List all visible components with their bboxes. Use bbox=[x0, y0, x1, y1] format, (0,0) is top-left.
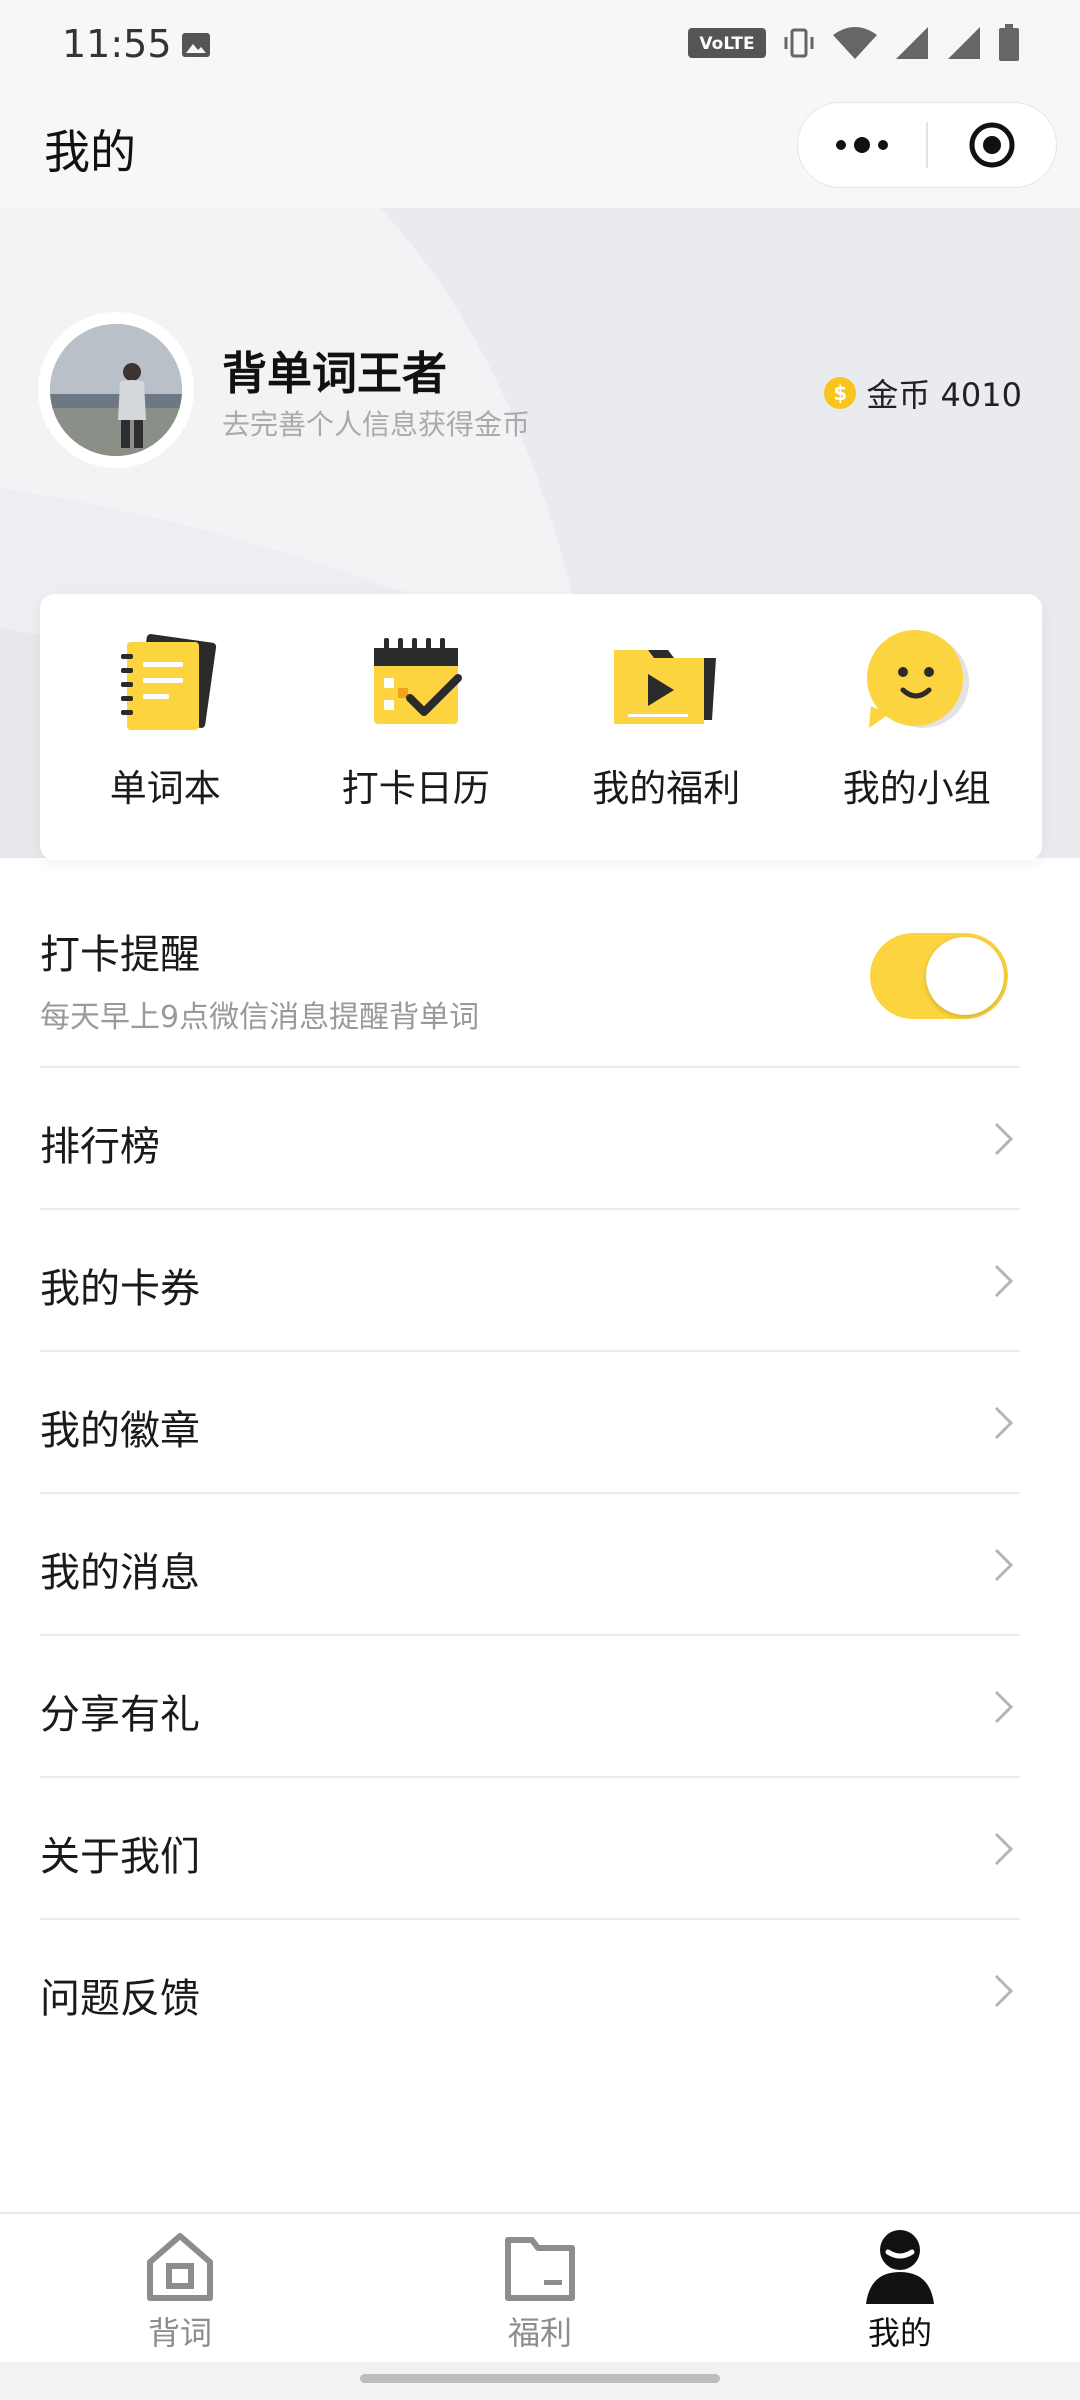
target-icon bbox=[969, 122, 1015, 168]
chevron-right-icon bbox=[994, 1406, 1014, 1440]
chevron-right-icon bbox=[994, 1832, 1014, 1866]
menu-item-label: 分享有礼 bbox=[40, 1692, 200, 1738]
folder-icon bbox=[505, 2237, 575, 2301]
smiley-chat-icon bbox=[866, 630, 969, 728]
wifi-icon bbox=[833, 27, 877, 59]
tab-welfare[interactable]: 福利 bbox=[360, 2214, 720, 2362]
menu-item-badges[interactable]: 我的徽章 bbox=[40, 1352, 1020, 1494]
volte-text: VoLTE bbox=[699, 34, 754, 54]
vibrate-icon bbox=[784, 28, 814, 58]
reminder-subtitle: 每天早上9点微信消息提醒背单词 bbox=[40, 1000, 480, 1035]
menu-item-coupons[interactable]: 我的卡券 bbox=[40, 1210, 1020, 1352]
signal-icon-2 bbox=[948, 27, 980, 59]
tab-label: 福利 bbox=[507, 2314, 572, 2352]
chevron-right-icon bbox=[994, 1974, 1014, 2008]
quick-action-label: 单词本 bbox=[109, 767, 221, 810]
home-icon bbox=[147, 2233, 213, 2301]
reminder-title: 打卡提醒 bbox=[40, 932, 200, 978]
coin-icon: $ bbox=[824, 377, 857, 409]
quick-action-label: 打卡日历 bbox=[341, 767, 490, 810]
more-button[interactable] bbox=[798, 102, 926, 188]
menu-item-label: 我的消息 bbox=[40, 1550, 200, 1596]
home-indicator[interactable] bbox=[360, 2374, 720, 2383]
quick-action-group[interactable]: 我的小组 bbox=[792, 594, 1043, 860]
gallery-icon bbox=[182, 33, 210, 57]
menu-item-label: 排行榜 bbox=[40, 1124, 160, 1170]
checkin-reminder-row: 打卡提醒 每天早上9点微信消息提醒背单词 bbox=[40, 900, 1020, 1068]
user-name: 背单词王者 bbox=[222, 347, 448, 400]
person-icon bbox=[866, 2230, 934, 2304]
close-mini-program-button[interactable] bbox=[928, 102, 1056, 188]
chevron-right-icon bbox=[994, 1122, 1014, 1156]
tab-label: 背词 bbox=[147, 2314, 212, 2352]
quick-action-label: 我的福利 bbox=[592, 767, 741, 810]
chevron-right-icon bbox=[994, 1690, 1014, 1724]
toggle-knob bbox=[926, 937, 1004, 1015]
nav-bar: 我的 bbox=[0, 92, 1080, 208]
status-time: 11:55 bbox=[62, 22, 172, 66]
battery-icon bbox=[999, 24, 1019, 61]
avatar-ring[interactable] bbox=[38, 312, 194, 468]
play-folder-icon bbox=[614, 650, 717, 724]
tab-words[interactable]: 背词 bbox=[0, 2214, 360, 2362]
menu-item-label: 关于我们 bbox=[40, 1834, 200, 1880]
quick-action-label: 我的小组 bbox=[842, 767, 991, 810]
menu-item-messages[interactable]: 我的消息 bbox=[40, 1494, 1020, 1636]
quick-action-wordbook[interactable]: 单词本 bbox=[40, 594, 291, 860]
menu-item-feedback[interactable]: 问题反馈 bbox=[40, 1920, 1020, 2062]
volte-icon: VoLTE bbox=[688, 28, 766, 58]
avatar bbox=[50, 324, 182, 456]
reminder-toggle[interactable] bbox=[870, 933, 1008, 1019]
tab-mine[interactable]: 我的 bbox=[720, 2214, 1080, 2362]
mini-program-capsule bbox=[797, 102, 1057, 188]
settings-menu: 排行榜 我的卡券 我的徽章 我的消息 分享有礼 关于我们 问题反馈 bbox=[40, 1068, 1020, 2062]
signal-icon bbox=[896, 27, 928, 59]
tab-bar: 背词 福利 我的 bbox=[0, 2212, 1080, 2362]
quick-action-welfare[interactable]: 我的福利 bbox=[541, 594, 792, 860]
more-dots-icon bbox=[836, 137, 889, 153]
menu-item-about[interactable]: 关于我们 bbox=[40, 1778, 1020, 1920]
chevron-right-icon bbox=[994, 1264, 1014, 1298]
quick-actions-card: 单词本 打卡日历 我的福利 我的小组 bbox=[40, 594, 1042, 860]
menu-item-leaderboard[interactable]: 排行榜 bbox=[40, 1068, 1020, 1210]
calendar-check-icon bbox=[373, 638, 462, 724]
tab-label: 我的 bbox=[867, 2314, 932, 2352]
status-bar: 11:55 VoLTE bbox=[0, 0, 1080, 92]
menu-item-label: 我的徽章 bbox=[40, 1408, 200, 1454]
menu-item-share[interactable]: 分享有礼 bbox=[40, 1636, 1020, 1778]
coin-balance[interactable]: $ 金币 4010 bbox=[824, 370, 1022, 416]
quick-action-calendar[interactable]: 打卡日历 bbox=[291, 594, 542, 860]
notebook-icon bbox=[121, 634, 217, 730]
menu-item-label: 问题反馈 bbox=[40, 1976, 200, 2022]
page-title: 我的 bbox=[44, 125, 136, 179]
status-indicators: VoLTE bbox=[688, 24, 1020, 62]
menu-item-label: 我的卡券 bbox=[40, 1266, 200, 1312]
coin-label: 金币 4010 bbox=[866, 376, 1022, 414]
chevron-right-icon bbox=[994, 1548, 1014, 1582]
complete-profile-link[interactable]: 去完善个人信息获得金币 bbox=[222, 403, 530, 443]
